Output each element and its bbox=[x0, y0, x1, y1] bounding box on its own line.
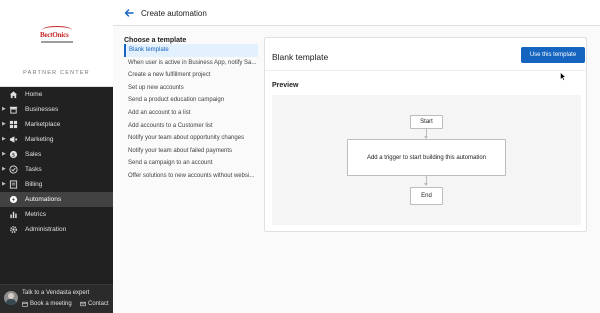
email-icon bbox=[80, 301, 86, 307]
contact-link[interactable]: Contact bbox=[80, 301, 109, 307]
sidebar-item-label: Marketing bbox=[25, 136, 54, 143]
sidebar-item-tasks[interactable]: ▶ Tasks bbox=[0, 162, 113, 177]
template-item[interactable]: Create a new fulfillment project bbox=[124, 69, 258, 82]
megaphone-icon bbox=[9, 135, 18, 144]
dollar-icon: $ bbox=[9, 150, 18, 159]
page-title: Create automation bbox=[141, 9, 207, 18]
sidebar-item-label: Billing bbox=[25, 181, 43, 188]
sidebar-item-marketplace[interactable]: ▶ Marketplace bbox=[0, 117, 113, 132]
chevron-right-icon: ▶ bbox=[2, 106, 6, 112]
store-icon bbox=[9, 105, 18, 114]
logo-text: BectOnics bbox=[40, 31, 69, 39]
template-title: Blank template bbox=[272, 52, 329, 62]
sidebar-item-administration[interactable]: Administration bbox=[0, 222, 113, 237]
chevron-right-icon: ▶ bbox=[2, 151, 6, 157]
sidebar-item-automations[interactable]: Automations bbox=[0, 192, 113, 207]
svg-text:$: $ bbox=[12, 153, 15, 159]
gear-icon bbox=[9, 225, 18, 234]
avatar bbox=[4, 291, 18, 305]
template-item[interactable]: Notify your team about opportunity chang… bbox=[124, 132, 258, 145]
use-template-button[interactable]: Use this template bbox=[521, 47, 585, 63]
preview-heading: Preview bbox=[272, 82, 299, 89]
bar-chart-icon bbox=[9, 210, 18, 219]
partner-center-label: PARTNER CENTER bbox=[23, 70, 90, 76]
sidebar-item-businesses[interactable]: ▶ Businesses bbox=[0, 102, 113, 117]
sidebar-item-label: Tasks bbox=[25, 166, 42, 173]
start-node: Start bbox=[410, 115, 443, 129]
chevron-right-icon: ▶ bbox=[2, 121, 6, 127]
template-item[interactable]: When user is active in Business App, not… bbox=[124, 57, 258, 70]
template-item[interactable]: Set up new accounts bbox=[124, 82, 258, 95]
back-arrow-icon[interactable] bbox=[123, 7, 135, 19]
sidebar-footer: Talk to a Vendasta expert Book a meeting… bbox=[0, 284, 113, 313]
sidebar-item-marketing[interactable]: ▶ Marketing bbox=[0, 132, 113, 147]
brand-logo[interactable]: BectOnics bbox=[38, 24, 76, 48]
logo-area: BectOnics PARTNER CENTER bbox=[0, 0, 113, 87]
billing-icon bbox=[9, 180, 18, 189]
check-circle-icon bbox=[9, 165, 18, 174]
automation-icon bbox=[9, 195, 18, 204]
sidebar-item-label: Administration bbox=[25, 226, 67, 233]
top-bar: Create automation bbox=[113, 0, 600, 26]
template-detail-card: Blank template Use this template Preview… bbox=[264, 37, 587, 232]
chevron-right-icon: ▶ bbox=[2, 136, 6, 142]
main-content: Create automation Choose a template Blan… bbox=[113, 0, 600, 313]
template-item[interactable]: Send a product education campaign bbox=[124, 94, 258, 107]
mouse-cursor-icon bbox=[560, 72, 566, 81]
divider bbox=[265, 70, 586, 71]
book-meeting-link[interactable]: Book a meeting bbox=[22, 301, 72, 307]
template-item[interactable]: Blank template bbox=[124, 44, 258, 57]
template-item[interactable]: Offer solutions to new accounts without … bbox=[124, 170, 258, 183]
logo-tagline bbox=[41, 41, 73, 43]
sidebar-item-label: Marketplace bbox=[25, 121, 61, 128]
template-item[interactable]: Notify your team about failed payments bbox=[124, 145, 258, 158]
sidebar-item-sales[interactable]: ▶ $ Sales bbox=[0, 147, 113, 162]
sidebar-nav: Home ▶ Businesses ▶ Marketplace ▶ Market… bbox=[0, 87, 113, 237]
choose-template-heading: Choose a template bbox=[124, 37, 187, 44]
preview-canvas: Start Add a trigger to start building th… bbox=[272, 95, 581, 225]
sidebar-item-label: Metrics bbox=[25, 211, 46, 218]
contact-label: Contact bbox=[88, 301, 109, 307]
end-node: End bbox=[410, 187, 443, 205]
sidebar-item-label: Automations bbox=[25, 196, 62, 203]
sidebar-item-label: Businesses bbox=[25, 106, 59, 113]
calendar-icon bbox=[22, 301, 28, 307]
arrow-down-icon bbox=[424, 183, 428, 186]
chevron-right-icon: ▶ bbox=[2, 166, 6, 172]
template-list: Blank template When user is active in Bu… bbox=[124, 44, 258, 183]
chevron-right-icon: ▶ bbox=[2, 181, 6, 187]
sidebar: BectOnics PARTNER CENTER Home ▶ Business… bbox=[0, 0, 113, 313]
sidebar-item-billing[interactable]: ▶ Billing bbox=[0, 177, 113, 192]
sidebar-item-label: Home bbox=[25, 91, 43, 98]
template-item[interactable]: Send a campaign to an account bbox=[124, 157, 258, 170]
sidebar-item-home[interactable]: Home bbox=[0, 87, 113, 102]
sidebar-item-metrics[interactable]: Metrics bbox=[0, 207, 113, 222]
template-item[interactable]: Add an account to a list bbox=[124, 107, 258, 120]
grid-icon bbox=[9, 120, 18, 129]
template-item[interactable]: Add accounts to a Customer list bbox=[124, 120, 258, 133]
trigger-node[interactable]: Add a trigger to start building this aut… bbox=[347, 139, 506, 176]
book-meeting-label: Book a meeting bbox=[30, 301, 72, 307]
home-icon bbox=[9, 90, 18, 99]
sidebar-item-label: Sales bbox=[25, 151, 42, 158]
talk-to-expert-label: Talk to a Vendasta expert bbox=[22, 290, 90, 296]
